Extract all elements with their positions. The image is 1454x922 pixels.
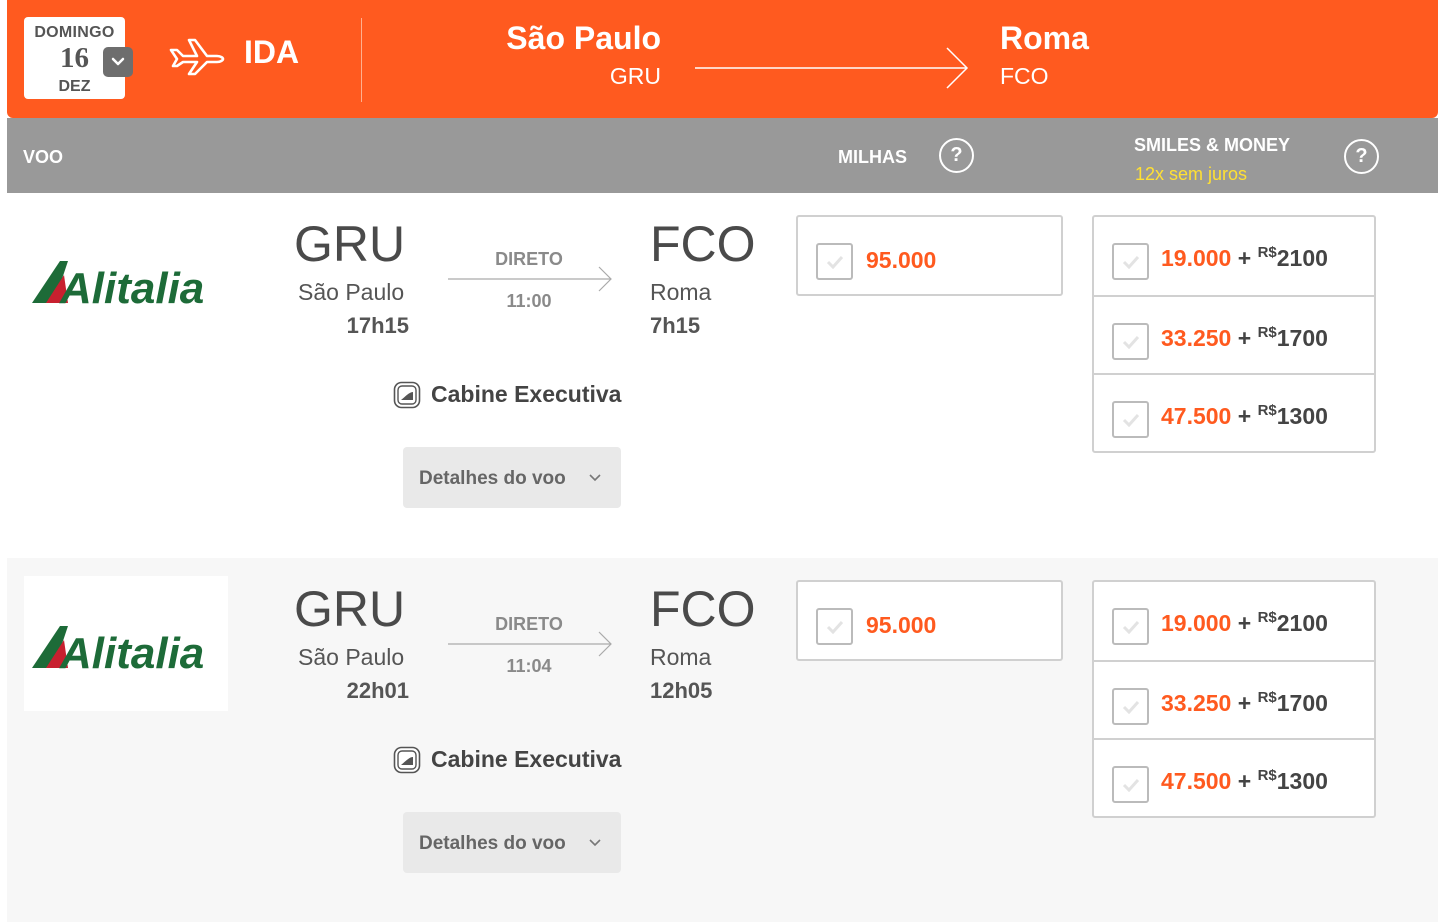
flight-duration: 11:00 — [506, 291, 552, 311]
flight-details-label: Detalhes do voo — [419, 833, 566, 854]
smiles-money-price: 19.000 + R$2100 — [1161, 244, 1328, 271]
arrival-code: FCO — [650, 581, 756, 637]
fare-checkbox[interactable] — [1112, 688, 1149, 725]
departure-time: 17h15 — [346, 313, 409, 338]
smiles-money-price: 47.500 + R$1300 — [1161, 767, 1328, 794]
departure-time: 22h01 — [346, 678, 409, 703]
smiles-money-option[interactable]: 33.250 + R$1700 — [1094, 295, 1374, 373]
smiles-money-help-icon[interactable]: ? — [1344, 139, 1379, 174]
miles-price: 95.000 — [866, 612, 937, 638]
miles-fare-option[interactable]: 95.000 — [796, 215, 1063, 296]
arrival-code: FCO — [650, 216, 756, 272]
column-voo: VOO — [23, 147, 64, 167]
cabin-class: Cabine Executiva — [431, 381, 622, 407]
destination-code: FCO — [1000, 63, 1049, 89]
smiles-money-option[interactable]: 33.250 + R$1700 — [1094, 660, 1374, 738]
flight-row: Alitalia GRU São Paulo 22h01 DIRETO 11:0… — [7, 558, 1438, 922]
departure-city: São Paulo — [298, 644, 405, 670]
direction-label: IDA — [244, 34, 300, 70]
smiles-money-price: 47.500 + R$1300 — [1161, 402, 1328, 429]
chevron-down-icon — [589, 474, 601, 482]
smiles-money-price: 33.250 + R$1700 — [1161, 689, 1328, 716]
fare-checkbox[interactable] — [1112, 323, 1149, 360]
arrival-time: 12h05 — [650, 678, 713, 703]
date-weekday: DOMINGO — [34, 24, 115, 41]
smiles-money-option[interactable]: 19.000 + R$2100 — [1094, 217, 1374, 295]
fare-checkbox[interactable] — [816, 243, 853, 280]
destination-city: Roma — [1000, 20, 1089, 56]
seat-icon — [393, 381, 421, 409]
column-smiles-money: SMILES & MONEY — [1134, 135, 1291, 155]
departure-code: GRU — [294, 216, 406, 272]
airline-logo: Alitalia — [24, 211, 228, 346]
seat-icon — [393, 746, 421, 774]
fare-checkbox[interactable] — [1112, 608, 1149, 645]
smiles-money-options: 19.000 + R$2100 33.250 + R$1700 47.500 +… — [1092, 215, 1376, 453]
flight-header: DOMINGO 16 DEZ IDA São Paulo GRU Roma FC… — [7, 0, 1438, 118]
plane-icon — [169, 38, 225, 76]
fare-checkbox[interactable] — [816, 608, 853, 645]
smiles-money-option[interactable]: 19.000 + R$2100 — [1094, 582, 1374, 660]
column-header: VOO MILHAS ? SMILES & MONEY 12x sem juro… — [7, 118, 1438, 193]
arrival-city: Roma — [650, 644, 712, 670]
airline-name: Alitalia — [59, 629, 204, 678]
date-selector[interactable]: DOMINGO 16 DEZ — [24, 17, 133, 99]
airline-logo: Alitalia — [24, 576, 228, 711]
departure-city: São Paulo — [298, 279, 405, 305]
miles-price: 95.000 — [866, 247, 937, 273]
chevron-down-icon — [589, 839, 601, 847]
airline-name: Alitalia — [59, 264, 204, 313]
fare-checkbox[interactable] — [1112, 401, 1149, 438]
fare-checkbox[interactable] — [1112, 766, 1149, 803]
smiles-money-options: 19.000 + R$2100 33.250 + R$1700 47.500 +… — [1092, 580, 1376, 818]
miles-fare-option[interactable]: 95.000 — [796, 580, 1063, 661]
fare-checkbox[interactable] — [1112, 243, 1149, 280]
route-arrow-icon — [695, 47, 969, 89]
flight-details-button[interactable]: Detalhes do voo — [403, 447, 621, 508]
flight-details-label: Detalhes do voo — [419, 468, 566, 489]
cabin-class: Cabine Executiva — [431, 746, 622, 772]
chevron-down-icon[interactable] — [103, 47, 133, 77]
header-divider — [361, 18, 362, 102]
smiles-money-price: 33.250 + R$1700 — [1161, 324, 1328, 351]
smiles-money-option[interactable]: 47.500 + R$1300 — [1094, 738, 1374, 816]
departure-code: GRU — [294, 581, 406, 637]
date-month: DEZ — [58, 78, 91, 95]
flight-details-button[interactable]: Detalhes do voo — [403, 812, 621, 873]
flight-duration: 11:04 — [506, 656, 552, 676]
installments-note: 12x sem juros — [1135, 164, 1248, 184]
column-milhas: MILHAS — [838, 147, 907, 167]
arrival-city: Roma — [650, 279, 712, 305]
arrival-time: 7h15 — [650, 313, 701, 338]
milhas-help-icon[interactable]: ? — [939, 138, 974, 173]
smiles-money-price: 19.000 + R$2100 — [1161, 609, 1328, 636]
origin-city: São Paulo — [506, 20, 661, 56]
flight-row: Alitalia GRU São Paulo 17h15 DIRETO 11:0… — [7, 193, 1438, 553]
smiles-money-option[interactable]: 47.500 + R$1300 — [1094, 373, 1374, 451]
origin-code: GRU — [609, 63, 661, 89]
